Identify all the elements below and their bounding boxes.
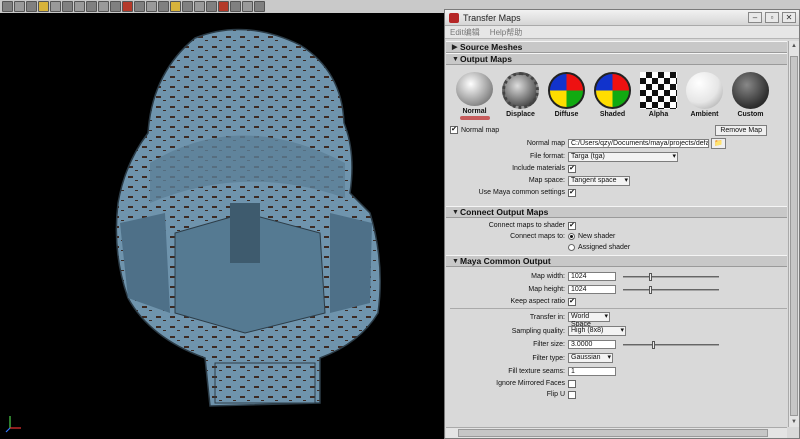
include-materials-checkbox[interactable]: ✔ (568, 164, 576, 173)
flip-u-checkbox[interactable] (568, 390, 576, 399)
connect-panel: Connect maps to shader ✔ Connect maps to… (488, 221, 631, 251)
normal-map-panel: ✔ Normal map Remove Map Normal map C:/Us… (446, 120, 787, 200)
shaded-icon[interactable] (194, 1, 205, 12)
transfer-maps-window: Transfer Maps – ▫ ✕ Edit编辑 Help帮助 ▶ Sour… (444, 9, 800, 439)
render-icon[interactable] (110, 1, 121, 12)
map-shaded-button[interactable]: Shaded (591, 72, 634, 120)
window-menubar: Edit编辑 Help帮助 (445, 26, 799, 39)
isolate-icon[interactable] (230, 1, 241, 12)
map-alpha-button[interactable]: Alpha (637, 72, 680, 120)
point-snap-icon[interactable] (74, 1, 85, 12)
ambient-map-icon (686, 72, 723, 109)
normal-map-icon (456, 72, 493, 107)
collapse-arrow-icon: ▼ (452, 257, 459, 265)
map-displace-button[interactable]: Displace (499, 72, 542, 120)
history-icon[interactable] (98, 1, 109, 12)
camera-icon[interactable] (146, 1, 157, 12)
collapse-arrow-icon: ▼ (452, 55, 459, 63)
sampling-quality-select[interactable]: High (8x8) (568, 326, 626, 336)
use-common-settings-checkbox[interactable]: ✔ (568, 188, 576, 197)
custom-map-icon (732, 72, 769, 109)
normal-map-path-field[interactable]: C:/Users/qzy/Documents/maya/projects/def… (568, 138, 709, 148)
map-normal-button[interactable]: Normal (453, 72, 496, 120)
shaded-map-icon (594, 72, 631, 109)
light-icon[interactable] (170, 1, 181, 12)
selected-indicator (459, 116, 490, 120)
displace-map-icon (502, 72, 539, 109)
browse-folder-icon[interactable]: 📁 (711, 137, 726, 149)
maya-app-icon (449, 12, 459, 23)
ipr-render-icon[interactable] (122, 1, 133, 12)
curve-snap-icon[interactable] (62, 1, 73, 12)
new-shader-radio[interactable] (568, 233, 575, 240)
fill-seams-field[interactable]: 1 (568, 367, 616, 376)
close-button[interactable]: ✕ (782, 12, 796, 23)
map-width-slider[interactable] (623, 272, 719, 281)
render-settings-icon[interactable] (134, 1, 145, 12)
ignore-mirrored-checkbox[interactable] (568, 379, 576, 388)
connect-maps-checkbox[interactable]: ✔ (568, 221, 576, 230)
section-source-meshes[interactable]: ▶ Source Meshes (446, 41, 787, 53)
normal-map-checkbox[interactable]: ✔ (450, 126, 458, 134)
select-tool-icon[interactable] (2, 1, 13, 12)
map-diffuse-button[interactable]: Diffuse (545, 72, 588, 120)
map-space-select[interactable]: Tangent space (568, 175, 630, 186)
window-titlebar: Transfer Maps – ▫ ✕ (445, 10, 799, 26)
filter-size-slider[interactable] (623, 340, 719, 349)
lasso-tool-icon[interactable] (14, 1, 25, 12)
plane-snap-icon[interactable] (86, 1, 97, 12)
menu-help[interactable]: Help帮助 (490, 27, 522, 38)
assigned-shader-radio[interactable] (568, 244, 575, 251)
wireframe-icon[interactable] (182, 1, 193, 12)
diffuse-map-icon (548, 72, 585, 109)
collapse-arrow-icon: ▼ (452, 208, 459, 216)
section-connect-output-maps[interactable]: ▼ Connect Output Maps (446, 206, 787, 218)
minimize-button[interactable]: – (748, 12, 762, 23)
scroll-thumb[interactable] (790, 56, 798, 416)
section-output-maps[interactable]: ▼ Output Maps (446, 53, 787, 65)
vertical-scrollbar[interactable]: ▲ ▼ (788, 41, 799, 427)
scroll-down-icon[interactable]: ▼ (790, 418, 798, 426)
axis-gizmo-icon (5, 416, 21, 433)
resolution-gate-icon[interactable] (218, 1, 229, 12)
filter-size-field[interactable]: 3.0000 (568, 340, 616, 349)
transfer-in-select[interactable]: World Space (568, 312, 610, 328)
common-output-panel: Map width: 1024 Map height: 1024 Keep as… (446, 267, 787, 400)
map-height-field[interactable]: 1024 (568, 285, 616, 294)
maximize-button[interactable]: ▫ (765, 12, 779, 23)
horizontal-scrollbar[interactable] (446, 427, 787, 438)
hscroll-thumb[interactable] (458, 429, 768, 437)
map-custom-button[interactable]: Custom (729, 72, 772, 120)
texture-icon[interactable] (38, 1, 49, 12)
section-maya-common-output[interactable]: ▼ Maya Common Output (446, 255, 787, 267)
map-type-buttons: Normal Displace Diffuse Shaded Alpha Amb… (446, 65, 787, 120)
filter-type-select[interactable]: Gaussian (568, 353, 613, 363)
xray-icon[interactable] (242, 1, 253, 12)
map-ambient-button[interactable]: Ambient (683, 72, 726, 120)
paint-tool-icon[interactable] (26, 1, 37, 12)
textured-icon[interactable] (206, 1, 217, 12)
map-width-field[interactable]: 1024 (568, 272, 616, 281)
file-format-select[interactable]: Targa (tga) (568, 151, 678, 162)
keep-aspect-checkbox[interactable]: ✔ (568, 297, 576, 306)
expand-arrow-icon: ▶ (452, 44, 458, 51)
remove-map-button[interactable]: Remove Map (715, 124, 767, 136)
alpha-map-icon (640, 72, 677, 109)
window-content: ▶ Source Meshes ▼ Output Maps Normal Dis… (446, 41, 787, 427)
window-title: Transfer Maps (463, 12, 521, 23)
grid-snap-icon[interactable] (50, 1, 61, 12)
3d-viewport[interactable] (0, 13, 444, 439)
menu-edit[interactable]: Edit编辑 (450, 27, 480, 38)
helmet-model (115, 28, 381, 407)
scroll-up-icon[interactable]: ▲ (790, 42, 798, 50)
map-height-slider[interactable] (623, 285, 719, 294)
grid-icon[interactable] (254, 1, 265, 12)
perspective-icon[interactable] (158, 1, 169, 12)
